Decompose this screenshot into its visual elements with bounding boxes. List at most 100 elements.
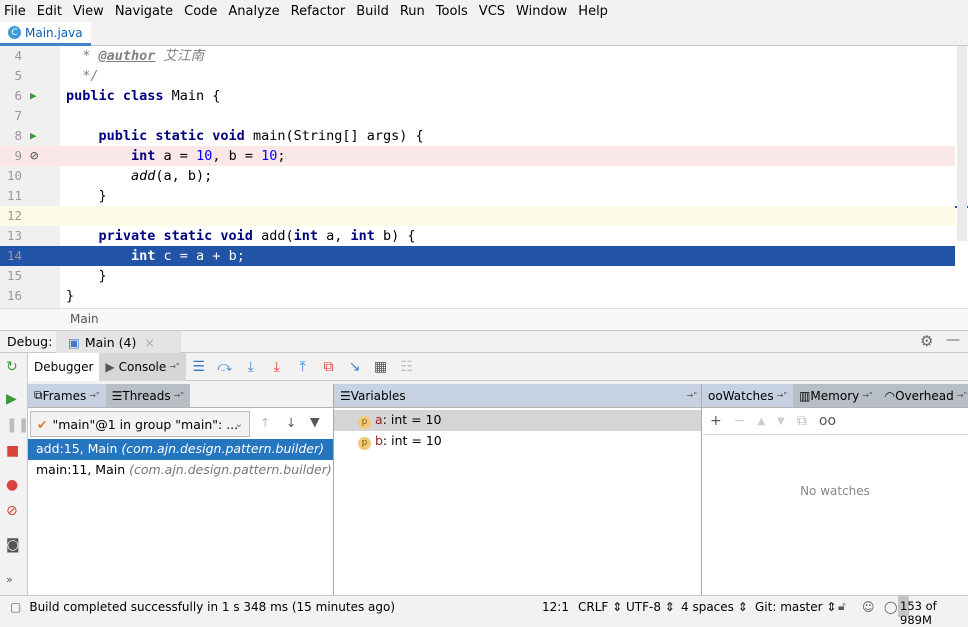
status-toggle-icon[interactable]: ▢ bbox=[10, 600, 21, 614]
variable-item[interactable]: p b: int = 10 bbox=[334, 431, 701, 452]
code-line[interactable]: 7 bbox=[0, 106, 955, 126]
camera-icon[interactable]: ◙ bbox=[6, 537, 20, 553]
line-number: 7 bbox=[14, 108, 22, 123]
menu-build[interactable]: Build bbox=[356, 4, 389, 19]
code-line[interactable]: 9 ⊘ int a = 10, b = 10; bbox=[0, 146, 955, 166]
menu-code[interactable]: Code bbox=[184, 4, 217, 19]
tab-overhead[interactable]: ◠ Overhead →" bbox=[878, 384, 968, 407]
indent[interactable]: 4 spaces ⇕ bbox=[681, 600, 748, 614]
code-token: */ bbox=[66, 68, 99, 84]
run-icon[interactable]: ▶ bbox=[30, 86, 37, 106]
resume-icon[interactable]: ▶ bbox=[6, 391, 17, 407]
frame-item[interactable]: add:15, Main (com.ajn.design.pattern.bui… bbox=[28, 439, 333, 460]
frame-method: main:11, Main bbox=[36, 462, 126, 477]
code-line[interactable]: 10 add(a, b); bbox=[0, 166, 955, 186]
minimize-icon[interactable]: — bbox=[946, 332, 960, 348]
variable-type: : int bbox=[382, 412, 408, 427]
drop-frame-icon[interactable]: ⧉ bbox=[316, 359, 342, 375]
move-down-icon[interactable]: ▼ bbox=[777, 416, 785, 427]
rerun-icon[interactable]: ↻ bbox=[6, 359, 18, 375]
arrow-down-icon[interactable]: ↓ bbox=[286, 415, 296, 430]
menu-run[interactable]: Run bbox=[400, 4, 425, 19]
tab-main-java[interactable]: C Main.java bbox=[0, 22, 91, 46]
tab-memory[interactable]: ▥ Memory →" bbox=[793, 384, 879, 407]
menu-navigate[interactable]: Navigate bbox=[115, 4, 173, 19]
menu-edit[interactable]: Edit bbox=[37, 4, 62, 19]
code-line[interactable]: 6 ▶ public class Main { bbox=[0, 86, 955, 106]
more-icon[interactable]: » bbox=[6, 573, 13, 586]
glasses-icon[interactable]: oo bbox=[819, 413, 836, 429]
arrow-up-icon[interactable]: ↑ bbox=[260, 415, 270, 430]
encoding-value: UTF-8 bbox=[626, 599, 661, 614]
code-line[interactable]: 13 private static void add(int a, int b)… bbox=[0, 226, 955, 246]
menu-help[interactable]: Help bbox=[578, 4, 608, 19]
run-icon[interactable]: ▶ bbox=[30, 126, 37, 146]
run-to-cursor-icon[interactable]: ↘ bbox=[342, 359, 368, 375]
event-log-icon[interactable]: ◯ bbox=[884, 600, 897, 614]
memory-icon: ▥ bbox=[799, 388, 811, 403]
pin-icon[interactable]: →" bbox=[687, 391, 697, 400]
watches-header: oo Watches →" ▥ Memory →" ◠ Overhead →" bbox=[701, 384, 968, 408]
tab-debugger[interactable]: Debugger bbox=[28, 352, 100, 381]
force-step-into-icon[interactable]: ⤓ bbox=[264, 359, 290, 375]
status-message[interactable]: Build completed successfully in 1 s 348 … bbox=[29, 600, 395, 614]
menu-tools[interactable]: Tools bbox=[436, 4, 468, 19]
menu-file[interactable]: File bbox=[4, 4, 26, 19]
view-breakpoints-icon[interactable]: ● bbox=[6, 477, 18, 493]
debug-session-tab[interactable]: ▣ Main (4) × bbox=[56, 331, 181, 353]
step-over-icon[interactable]: ⤼ bbox=[212, 359, 238, 375]
code-line[interactable]: 8 ▶ public static void main(String[] args… bbox=[0, 126, 955, 146]
code-line[interactable]: 12 bbox=[0, 206, 955, 226]
minus-icon[interactable]: − bbox=[734, 413, 746, 429]
lock-icon[interactable]: 🔓︎ bbox=[838, 599, 846, 614]
pause-icon[interactable]: ❚❚ bbox=[6, 417, 29, 433]
code-text: public class Main { bbox=[66, 86, 220, 106]
close-icon[interactable]: × bbox=[144, 335, 154, 350]
tab-frames[interactable]: ⧉ Frames →" bbox=[28, 384, 106, 407]
editor-scrollbar[interactable] bbox=[957, 46, 967, 241]
code-line[interactable]: 11 } bbox=[0, 186, 955, 206]
tab-threads[interactable]: ☰ Threads →" bbox=[105, 384, 190, 407]
encoding[interactable]: UTF-8 ⇕ bbox=[626, 600, 675, 614]
muted-breakpoint-icon[interactable]: ⊘ bbox=[30, 146, 38, 166]
code-line[interactable]: 16} bbox=[0, 286, 955, 306]
gauge-icon: ◠ bbox=[884, 388, 896, 403]
check-icon: ✔ bbox=[37, 416, 48, 432]
tab-console[interactable]: ▶ Console →" bbox=[99, 352, 186, 381]
menu-vcs[interactable]: VCS bbox=[479, 4, 505, 19]
caret-position[interactable]: 12:1 bbox=[542, 600, 569, 614]
copy-icon[interactable]: ⧉ bbox=[797, 413, 807, 429]
mute-breakpoints-icon[interactable]: ⊘ bbox=[6, 503, 18, 519]
tab-watches[interactable]: oo Watches →" bbox=[702, 384, 794, 407]
trace-icon[interactable]: ☷ bbox=[394, 359, 420, 375]
step-into-icon[interactable]: ⤓ bbox=[238, 359, 264, 375]
memory-indicator[interactable]: 153 of 989M bbox=[898, 596, 968, 627]
inspector-icon[interactable]: ☺ bbox=[862, 600, 875, 614]
thread-selector[interactable]: ✔ "main"@1 in group "main": ... ⌄ bbox=[30, 411, 250, 437]
line-separator[interactable]: CRLF ⇕ bbox=[578, 600, 622, 614]
gear-icon[interactable]: ⚙ bbox=[920, 332, 933, 350]
code-line[interactable]: 4 * @author 艾江南 bbox=[0, 46, 955, 66]
breadcrumb[interactable]: Main bbox=[0, 308, 968, 330]
frame-item[interactable]: main:11, Main (com.ajn.design.pattern.bu… bbox=[28, 460, 333, 481]
evaluate-expression-icon[interactable]: ▦ bbox=[368, 359, 394, 375]
debug-header: Debug: ▣ Main (4) × ⚙ — bbox=[0, 330, 968, 353]
show-execution-point-icon[interactable]: ☰ bbox=[186, 359, 212, 375]
code-editor[interactable]: 4 * @author 艾江南 5 */6 ▶ public class Main {… bbox=[0, 46, 968, 308]
variables-header: ☰ Variables →" bbox=[333, 384, 701, 408]
menu-window[interactable]: Window bbox=[516, 4, 567, 19]
code-line[interactable]: 14 int c = a + b; bbox=[0, 246, 955, 266]
pin-icon[interactable]: →" bbox=[169, 362, 179, 371]
move-up-icon[interactable]: ▲ bbox=[757, 416, 765, 427]
step-out-icon[interactable]: ⤒ bbox=[290, 359, 316, 375]
variable-item[interactable]: p a: int = 10 bbox=[334, 410, 701, 431]
filter-icon[interactable]: ▼ bbox=[310, 414, 320, 429]
code-line[interactable]: 15 } bbox=[0, 266, 955, 286]
stop-icon[interactable]: ■ bbox=[6, 443, 19, 459]
code-line[interactable]: 5 */ bbox=[0, 66, 955, 86]
menu-refactor[interactable]: Refactor bbox=[291, 4, 346, 19]
git-branch[interactable]: Git: master ⇕ bbox=[755, 600, 836, 614]
menu-analyze[interactable]: Analyze bbox=[228, 4, 279, 19]
plus-icon[interactable]: + bbox=[710, 413, 722, 429]
menu-view[interactable]: View bbox=[73, 4, 104, 19]
